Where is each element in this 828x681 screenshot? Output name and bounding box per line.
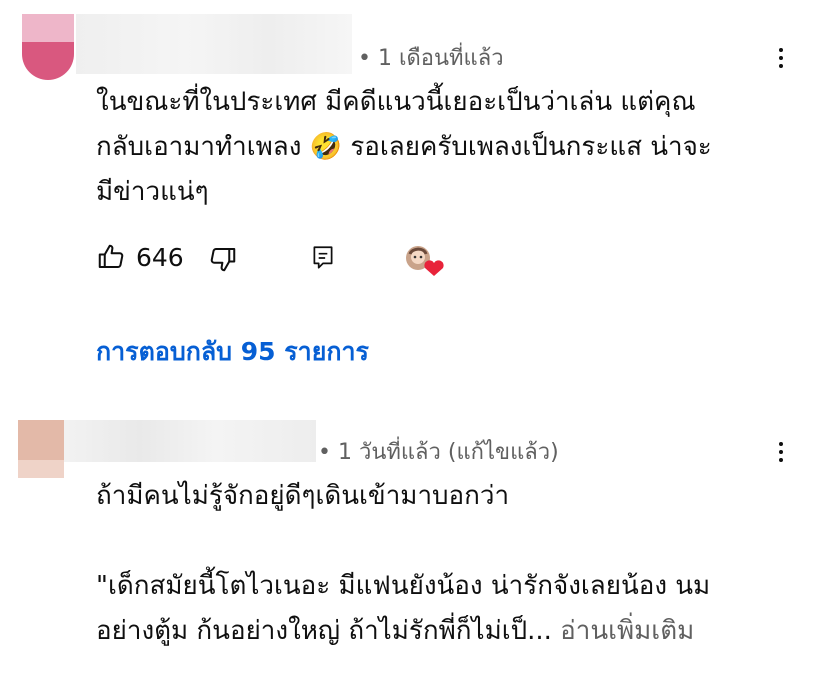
like-button[interactable]: 646 — [96, 242, 184, 272]
more-actions-icon[interactable] — [769, 38, 793, 78]
more-actions-icon[interactable] — [769, 432, 793, 472]
comment-timestamp: • 1 วันที่แล้ว (แก้ไขแล้ว) — [318, 440, 559, 465]
comment-line: มีข่าวแน่ๆ — [96, 177, 209, 207]
comment-reply-icon — [313, 246, 333, 269]
creator-heart-badge — [404, 244, 446, 278]
avatar[interactable] — [22, 14, 74, 80]
view-replies-link[interactable]: การตอบกลับ 95 รายการ — [96, 332, 369, 372]
rofl-emoji: 🤣 — [309, 132, 343, 162]
bullet-separator: • — [318, 440, 338, 465]
comment-line: ถ้ามีคนไม่รู้จักอยู่ดีๆเดินเข้ามาบอกว่า — [96, 481, 510, 511]
like-count: 646 — [136, 242, 184, 272]
bullet-separator: • — [358, 46, 378, 71]
comment-line: อย่างตู้ม ก้นอย่างใหญ่ ถ้าไม่รักพี่ก็ไม่… — [96, 616, 695, 646]
comment-body: ในขณะที่ในประเทศ มีคดีแนวนี้เยอะเป็นว่าเ… — [96, 80, 712, 215]
avatar[interactable] — [18, 420, 64, 478]
reply-button[interactable] — [310, 244, 336, 272]
comment-timestamp: • 1 เดือนที่แล้ว — [358, 46, 504, 71]
username-blurred[interactable] — [64, 420, 316, 462]
comment-body: ถ้ามีคนไม่รู้จักอยู่ดีๆเดินเข้ามาบอกว่า … — [96, 474, 710, 654]
read-more-link[interactable]: อ่านเพิ่มเติม — [560, 616, 694, 646]
username-blurred[interactable] — [76, 14, 352, 74]
creator-heart-icon — [406, 246, 444, 276]
thumbs-down-icon — [210, 248, 236, 272]
comment-line: "เด็กสมัยนี้โตไวเนอะ มีแฟนยังน้อง น่ารัก… — [96, 571, 711, 601]
comment-line: ในขณะที่ในประเทศ มีคดีแนวนี้เยอะเป็นว่าเ… — [96, 87, 696, 117]
thumbs-up-icon — [98, 244, 124, 268]
dislike-button[interactable] — [208, 244, 238, 274]
comment-line: กลับเอามาทำเพลง 🤣 รอเลยครับเพลงเป็นกระแส… — [96, 132, 712, 162]
